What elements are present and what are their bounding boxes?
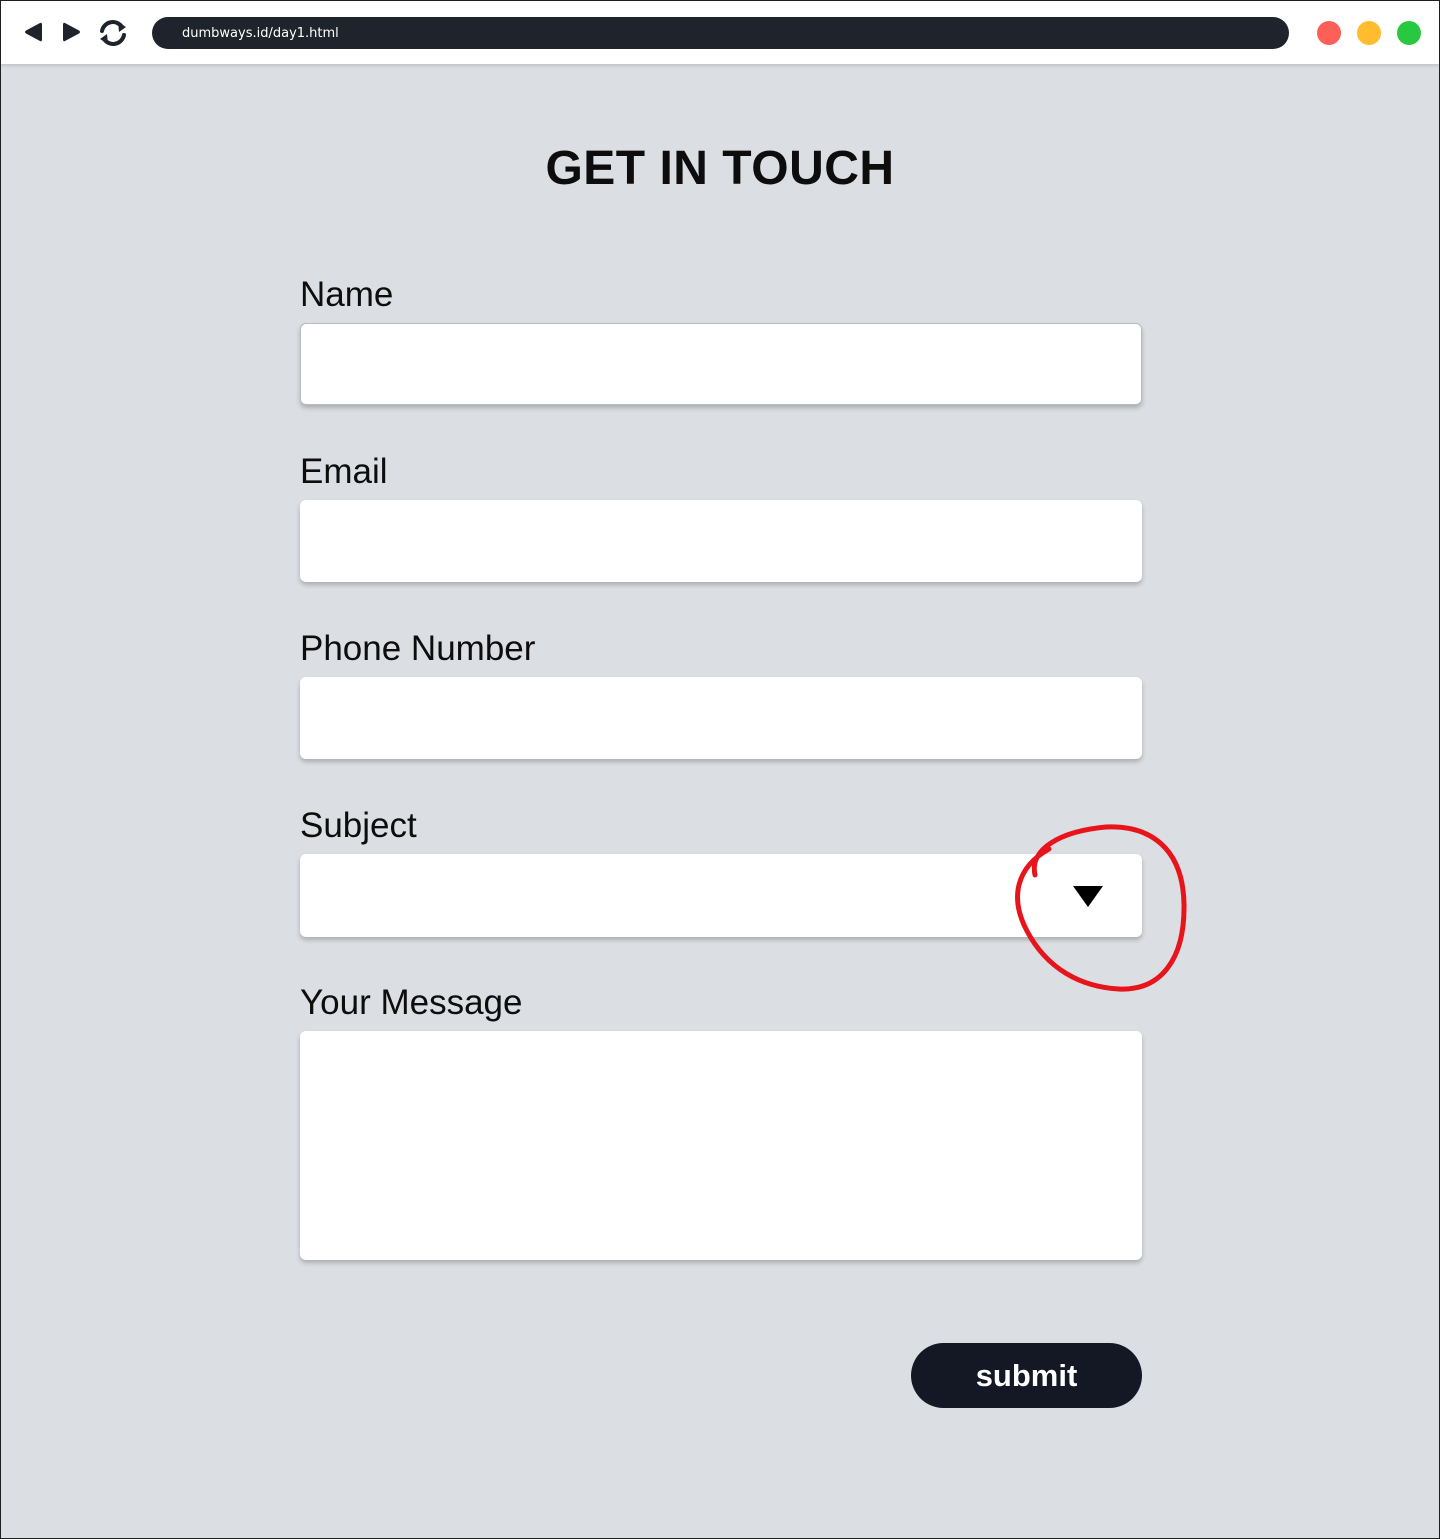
reload-button[interactable] [96,16,130,50]
back-arrow-icon [25,22,42,42]
phone-label: Phone Number [300,629,536,668]
maximize-window-button[interactable] [1397,21,1421,45]
email-input[interactable] [300,500,1142,582]
close-window-button[interactable] [1317,21,1341,45]
subject-label: Subject [300,806,417,845]
message-label: Your Message [300,983,523,1022]
name-label: Name [300,275,394,314]
page-title: GET IN TOUCH [545,142,895,195]
back-button[interactable] [18,17,48,47]
triangle-down-icon[interactable] [1072,885,1104,909]
forward-button[interactable] [57,17,87,47]
email-label: Email [300,452,388,491]
subject-select[interactable] [300,854,1142,937]
name-input[interactable] [300,323,1142,405]
forward-arrow-icon [63,22,80,42]
reload-icon [100,20,126,46]
address-bar[interactable]: dumbways.id/day1.html [152,17,1289,49]
browser-window: dumbways.id/day1.html GET IN TOUCH Name … [0,0,1440,1539]
minimize-window-button[interactable] [1357,21,1381,45]
phone-input[interactable] [300,677,1142,759]
message-textarea[interactable] [300,1031,1142,1260]
submit-button[interactable]: submit [911,1343,1142,1408]
browser-toolbar: dumbways.id/day1.html [1,1,1439,64]
address-url: dumbways.id/day1.html [182,25,339,41]
